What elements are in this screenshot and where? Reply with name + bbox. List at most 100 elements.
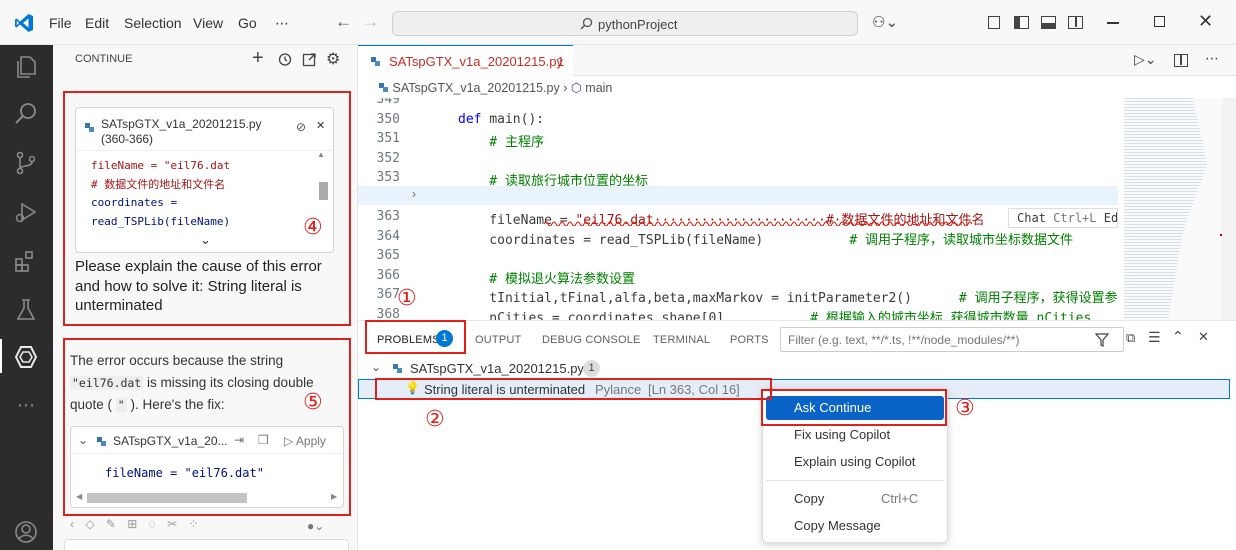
editor-tab[interactable]: SATspGTX_v1a_20201215.py 1 <box>358 45 573 76</box>
more-actions-icon[interactable]: ⋯ <box>1205 50 1219 67</box>
close-panel-icon[interactable]: ✕ <box>1198 329 1209 345</box>
breadcrumb-symbol[interactable]: main <box>585 81 612 95</box>
tab-label: SATspGTX_v1a_20201215.py <box>389 54 563 69</box>
chat-hint[interactable]: Chat Ctrl+L Ed <box>1008 208 1118 228</box>
user-prompt: Please explain the cause of this error a… <box>75 258 322 314</box>
tab-output[interactable]: OUTPUT <box>475 334 521 346</box>
model-icon[interactable]: ●⌄ <box>307 519 324 533</box>
testing-icon[interactable] <box>13 297 39 323</box>
menu-fix-using-copilot[interactable]: Fix using Copilot <box>766 423 944 447</box>
menu-view[interactable]: View <box>193 15 223 31</box>
scroll-left-icon[interactable]: ◀ <box>76 492 82 501</box>
settings-icon[interactable]: ⚙ <box>326 49 340 69</box>
problems-badge: 1 <box>436 330 453 347</box>
minimap[interactable] <box>1124 98 1222 320</box>
problems-file[interactable]: SATspGTX_v1a_20201215.py <box>410 361 584 376</box>
menu-more[interactable]: ⋯ <box>275 15 289 32</box>
back-icon[interactable]: ← <box>335 12 352 32</box>
python-file-icon <box>97 437 106 446</box>
breadcrumb-file[interactable]: SATspGTX_v1a_20201215.py <box>392 81 559 95</box>
code-view[interactable]: 349 350 def main(): 351 # 主程序 352 353 # 读取旅行城… <box>358 98 1118 320</box>
input-toolbar[interactable]: ‹ ◇ ✎ ⊞ ◌ ✂ ⁘ <box>70 517 344 537</box>
menu-copy[interactable]: Copy Ctrl+C <box>766 487 944 511</box>
copy-shortcut: Ctrl+C <box>881 491 919 506</box>
toggle-secondary-sidebar-icon[interactable] <box>1068 16 1083 29</box>
line-number: 365 <box>376 248 400 263</box>
tab-ports[interactable]: PORTS <box>730 334 769 346</box>
eye-off-icon[interactable]: ⊘ <box>296 120 306 134</box>
error-squiggle <box>544 221 973 226</box>
toggle-primary-sidebar-icon[interactable] <box>1014 16 1029 29</box>
maximize-icon[interactable] <box>1154 16 1165 27</box>
code-snippet-card: ⌄ SATspGTX_v1a_20... ⇥ ❐ ▷ Apply fileNam… <box>70 426 344 508</box>
code-token: # 模拟退火算法参数设置 <box>458 271 635 287</box>
tab-problems[interactable]: PROBLEMS <box>377 334 440 346</box>
line-number: 353 <box>376 170 400 185</box>
scroll-up-icon[interactable]: ▲ <box>317 150 325 159</box>
code-token: nCities = coordinates.shape[0] <box>458 310 725 321</box>
tab-debug-console[interactable]: DEBUG CONSOLE <box>542 334 641 346</box>
menu-ask-continue[interactable]: Ask Continue <box>766 396 944 420</box>
command-center[interactable]: pythonProject <box>392 11 858 36</box>
code-line: 364 coordinates = read_TSPLib(fileName) … <box>358 229 1118 248</box>
context-line: # 数据文件的地址和文件名 <box>91 177 226 191</box>
extensions-icon[interactable] <box>13 248 39 274</box>
history-icon[interactable] <box>277 52 292 67</box>
annotation-number: ② <box>425 407 445 432</box>
line-number: 367 <box>376 287 400 302</box>
horizontal-scrollbar[interactable] <box>87 493 247 503</box>
collapse-all-icon[interactable]: ⧉ <box>1126 330 1135 346</box>
code-token: # 根据输入的城市坐标 获得城市数量 nCities <box>724 310 1092 321</box>
collapse-chevron-icon[interactable]: ⌄ <box>78 433 88 447</box>
scrollbar-thumb[interactable] <box>319 182 328 200</box>
menu-copy-message[interactable]: Copy Message <box>766 514 944 538</box>
expand-chevron-icon[interactable]: ⌄ <box>200 232 211 248</box>
view-as-list-icon[interactable]: ☰ <box>1148 329 1161 346</box>
apply-button[interactable]: ▷ Apply <box>284 434 326 448</box>
line-content: tInitial,tFinal,alfa,beta,maxMarkov = in… <box>458 287 1118 306</box>
snippet-code: fileName = "eil76.dat" <box>105 466 264 480</box>
account-icon[interactable] <box>13 519 39 545</box>
chat-hint-more: Ed <box>1103 211 1118 225</box>
context-line: fileName = "eil76.dat <box>91 159 231 172</box>
active-tab-underline <box>377 352 455 353</box>
split-editor-icon[interactable] <box>1174 54 1188 67</box>
more-icon[interactable]: ⋯ <box>17 395 35 416</box>
open-full-screen-icon[interactable] <box>302 52 317 67</box>
fold-chevron-icon[interactable]: › <box>412 187 416 201</box>
run-debug-icon[interactable] <box>13 199 39 225</box>
copy-icon[interactable]: ❐ <box>258 433 269 447</box>
editor-area: SATspGTX_v1a_20201215.py 1 ▷⌄ ⋯ SATspGTX… <box>358 45 1236 320</box>
chat-input[interactable] <box>64 539 349 550</box>
line-number: 363 <box>376 209 400 224</box>
source-control-icon[interactable] <box>13 150 39 176</box>
chat-hint-shortcut: Ctrl+L <box>1053 211 1097 225</box>
forward-icon[interactable]: → <box>362 12 379 32</box>
search-icon[interactable] <box>13 101 39 127</box>
tab-terminal[interactable]: TERMINAL <box>653 334 710 346</box>
filter-icon[interactable] <box>1095 333 1109 347</box>
menu-explain-using-copilot[interactable]: Explain using Copilot <box>766 450 944 474</box>
menu-selection[interactable]: Selection <box>124 15 182 31</box>
vertical-scrollbar[interactable] <box>1222 98 1236 320</box>
new-session-icon[interactable]: + <box>252 47 264 70</box>
problems-filter-input[interactable] <box>780 327 1124 352</box>
explorer-icon[interactable] <box>13 54 39 80</box>
minimize-icon[interactable] <box>1107 22 1119 24</box>
toggle-panel-icon[interactable] <box>1041 16 1056 29</box>
close-window-icon[interactable]: ✕ <box>1198 11 1213 32</box>
run-icon[interactable]: ▷⌄ <box>1134 51 1157 68</box>
close-icon[interactable]: ✕ <box>316 119 325 132</box>
maximize-panel-icon[interactable]: ⌃ <box>1172 328 1184 345</box>
customize-layout-icon[interactable] <box>988 16 1000 29</box>
insert-at-cursor-icon[interactable]: ⇥ <box>234 433 244 447</box>
expand-chevron-icon[interactable]: ⌄ <box>371 360 381 374</box>
menu-edit[interactable]: Edit <box>85 15 109 31</box>
menu-go[interactable]: Go <box>238 15 257 31</box>
scroll-right-icon[interactable]: ▶ <box>331 492 337 501</box>
continue-icon[interactable] <box>13 344 39 370</box>
assistant-answer: The error occurs because the string "eil… <box>70 350 340 416</box>
copilot-icon[interactable]: ⚇⌄ <box>872 13 898 31</box>
lightbulb-icon[interactable]: 💡 <box>405 381 420 395</box>
menu-file[interactable]: File <box>49 15 72 31</box>
